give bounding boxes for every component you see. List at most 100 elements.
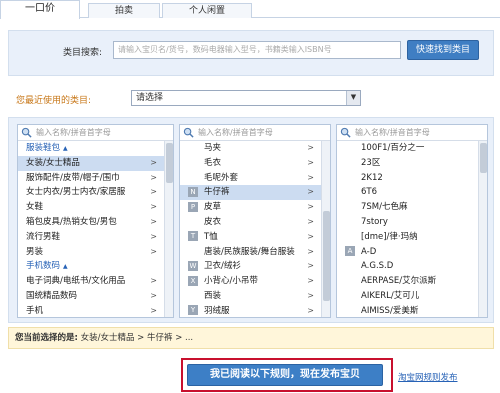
category-list-item[interactable]: 流行男鞋 > (18, 230, 173, 245)
category-item-label: 女装/女士精品 (26, 157, 80, 168)
category-list-item[interactable]: 毛呢外套 > (180, 171, 330, 186)
category-column-level1: 输入名称/拼音首字母服装鞋包 ▲ 女装/女士精品 > 服饰配件/皮带/帽子/围巾 > 女士内… (17, 124, 174, 318)
chevron-right-icon: > (307, 216, 314, 226)
index-letter: X (188, 275, 198, 286)
category-list-item[interactable]: 电子词典/电纸书/文化用品 > (18, 274, 173, 289)
index-letter: Y (188, 305, 198, 316)
category-list-item[interactable]: X 小背心/小吊带 > (180, 274, 330, 289)
category-search-input[interactable]: 请输入宝贝名/货号，数码电器输入型号，书籍类输入ISBN号 (113, 41, 401, 59)
chevron-right-icon: > (150, 290, 157, 300)
category-item-label: AIKERL/艾可儿 (361, 290, 420, 301)
category-list-item[interactable]: N 牛仔裤 > (180, 185, 330, 201)
scrollbar-thumb[interactable] (480, 143, 487, 173)
chevron-right-icon: > (307, 261, 314, 271)
category-list-item[interactable]: 2K12 (337, 171, 487, 186)
category-item-label: 小背心/小吊带 (204, 276, 258, 287)
category-item-label: A.G.S.D (361, 261, 394, 272)
vertical-scrollbar[interactable] (164, 141, 173, 317)
category-list-item[interactable]: A A-D (337, 245, 487, 260)
find-category-button[interactable]: 快速找到类目 (407, 40, 479, 60)
category-item-label: 牛仔裤 (204, 187, 230, 198)
category-list-item[interactable]: Y 羽绒服 > (180, 304, 330, 317)
category-list-item[interactable]: 6T6 (337, 185, 487, 200)
category-list-item[interactable]: T T恤 > (180, 230, 330, 245)
category-group-header[interactable]: 服装鞋包 ▲ (18, 141, 173, 156)
category-list-item[interactable]: 7SM/七色麻 (337, 200, 487, 215)
category-list-item[interactable]: 皮衣 > (180, 215, 330, 230)
chevron-right-icon: > (307, 290, 314, 300)
category-list-item[interactable]: [dme]/律·玛纳 (337, 230, 487, 245)
category-item-label: 23区 (361, 157, 381, 168)
category-column-brand: 输入名称/拼音首字母 100F1/百分之一 23区 2K12 6T6 7SM/七色麻 7st… (336, 124, 488, 318)
chevron-right-icon: > (150, 157, 157, 167)
category-item-label: AERPASE/艾尔派斯 (361, 276, 437, 287)
category-list-item[interactable]: 100F1/百分之一 (337, 141, 487, 156)
category-item-label: 卫衣/绒衫 (204, 261, 241, 272)
category-item-label: 皮草 (204, 202, 222, 213)
category-list-item[interactable]: 23区 (337, 156, 487, 171)
scrollbar-thumb[interactable] (166, 143, 173, 183)
category-item-label: 女士内衣/男士内衣/家居服 (26, 187, 126, 198)
category-list-item[interactable]: A.G.S.D (337, 259, 487, 274)
chevron-right-icon: > (307, 246, 314, 256)
category-item-label: 2K12 (361, 172, 383, 183)
category-list-item[interactable]: AIMISS/爱美斯 (337, 304, 487, 317)
category-item-label: 7SM/七色麻 (361, 202, 408, 213)
category-column-level2: 输入名称/拼音首字母 马夹 > 毛衣 > 毛呢外套 > N 牛仔裤 > P 皮草 > 皮衣 > T T恤 > 唐装/… (179, 124, 331, 318)
index-letter: N (188, 186, 198, 197)
current-path-label: 您当前选择的是: (15, 333, 78, 343)
vertical-scrollbar[interactable] (321, 141, 330, 317)
chevron-right-icon: > (307, 157, 314, 167)
category-item-label: 西装 (204, 290, 222, 301)
category-list-item[interactable]: 女装/女士精品 > (18, 155, 173, 171)
chevron-right-icon: > (307, 202, 314, 212)
category-list-item[interactable]: 毛衣 > (180, 156, 330, 171)
category-list-item[interactable]: W 卫衣/绒衫 > (180, 259, 330, 274)
recent-category-select[interactable]: 请选择 ▼ (131, 90, 361, 106)
category-list-item[interactable]: 服饰配件/皮带/帽子/围巾 > (18, 171, 173, 186)
category-item-label: 男装 (26, 246, 44, 257)
category-list-item[interactable]: 唐装/民族服装/舞台服装 > (180, 245, 330, 260)
category-item-label: 流行男鞋 (26, 231, 61, 242)
category-item-label: 电子词典/电纸书/文化用品 (26, 276, 126, 287)
category-list-item[interactable]: 国统精品数码 > (18, 289, 173, 304)
chevron-right-icon: > (150, 276, 157, 286)
chevron-right-icon: > (307, 187, 314, 197)
category-group-header[interactable]: 手机数码 ▲ (18, 259, 173, 274)
category-list-item[interactable]: 女士内衣/男士内衣/家居服 > (18, 185, 173, 200)
rules-link[interactable]: 淘宝网规则发布 (398, 371, 458, 383)
tab-fixed-price[interactable]: 一口价 (0, 0, 80, 19)
category-list-item[interactable]: 7story (337, 215, 487, 230)
category-list-item[interactable]: P 皮草 > (180, 200, 330, 215)
column-filter-placeholder: 输入名称/拼音首字母 (355, 128, 430, 137)
category-item-label: 服饰配件/皮带/帽子/围巾 (26, 172, 120, 183)
category-list-item[interactable]: 手机 > (18, 304, 173, 317)
column-filter-input[interactable]: 输入名称/拼音首字母 (337, 125, 487, 141)
tab-personal-idle[interactable]: 个人闲置 (162, 3, 252, 18)
category-list-item[interactable]: AIKERL/艾可儿 (337, 289, 487, 304)
tab-auction[interactable]: 拍卖 (88, 3, 160, 18)
category-item-label: 女鞋 (26, 202, 44, 213)
category-list-item[interactable]: 箱包皮具/热销女包/男包 > (18, 215, 173, 230)
category-list-item[interactable]: 女鞋 > (18, 200, 173, 215)
chevron-right-icon: > (150, 172, 157, 182)
index-letter: A (345, 246, 355, 257)
category-list-item[interactable]: AERPASE/艾尔派斯 (337, 274, 487, 289)
category-item-label: 手机 (26, 305, 44, 316)
vertical-scrollbar[interactable] (478, 141, 487, 317)
column-filter-input[interactable]: 输入名称/拼音首字母 (18, 125, 173, 141)
category-item-label: 6T6 (361, 187, 378, 198)
category-list-item[interactable]: 马夹 > (180, 141, 330, 156)
column-filter-placeholder: 输入名称/拼音首字母 (36, 128, 111, 137)
chevron-right-icon: > (307, 231, 314, 241)
category-item-label: 毛衣 (204, 157, 222, 168)
current-path-value: 女装/女士精品 > 牛仔裤 > ... (80, 333, 194, 343)
column-filter-input[interactable]: 输入名称/拼音首字母 (180, 125, 330, 141)
category-item-label: 唐装/民族服装/舞台服装 (204, 246, 295, 257)
category-item-label: 100F1/百分之一 (361, 143, 425, 153)
publish-button[interactable]: 我已阅读以下规则，现在发布宝贝 (187, 364, 383, 386)
category-list-item[interactable]: 西装 > (180, 289, 330, 304)
chevron-down-icon[interactable]: ▼ (346, 91, 360, 105)
scrollbar-thumb[interactable] (323, 211, 330, 301)
category-list-item[interactable]: 男装 > (18, 245, 173, 260)
